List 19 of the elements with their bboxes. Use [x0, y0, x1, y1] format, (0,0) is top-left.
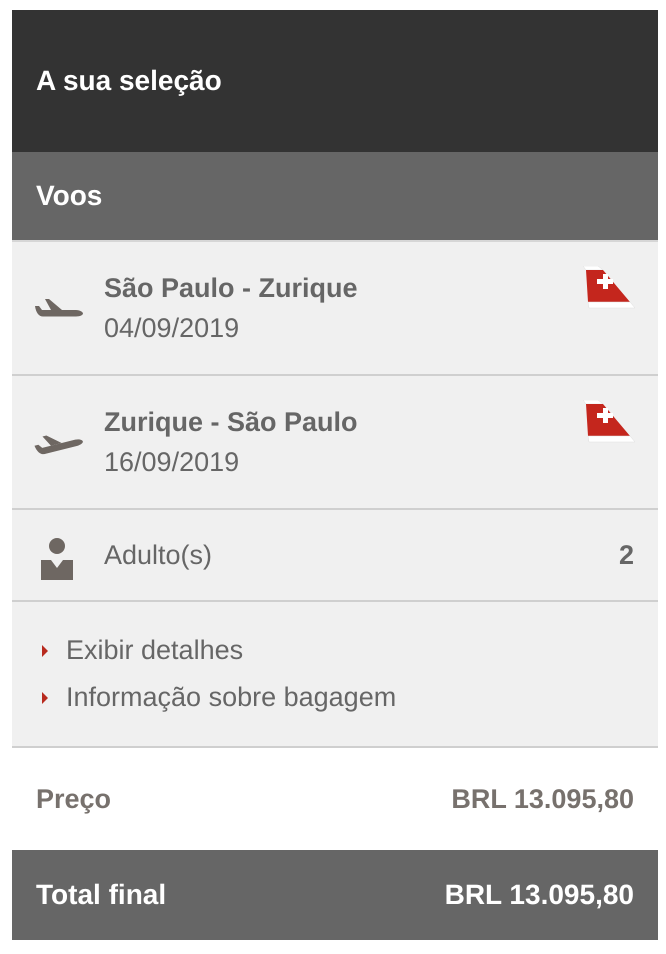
flight-route: Zurique - São Paulo: [104, 406, 359, 439]
flight-date: 16/09/2019: [104, 446, 240, 479]
section-title: Voos: [36, 179, 102, 213]
total-label: Total final: [36, 878, 166, 912]
price-value: BRL 13.095,80: [451, 782, 634, 816]
price-label: Preço: [36, 782, 112, 816]
person-icon: [40, 538, 74, 580]
flight-date: 04/09/2019: [104, 312, 240, 345]
link[interactable]: Informação sobre bagagem: [42, 681, 658, 714]
tail-fin-icon: [582, 400, 636, 444]
link[interactable]: Exibir detalhes: [42, 634, 658, 667]
header-title: A sua seleção: [36, 64, 222, 98]
passenger-count: 2: [618, 538, 634, 572]
flight-route: São Paulo - Zurique: [104, 272, 359, 305]
tail-fin-icon: [582, 266, 636, 310]
total-value: BRL 13.095,80: [444, 878, 634, 912]
passenger-label: Adulto(s): [104, 538, 214, 572]
caret-right-icon: [42, 644, 48, 656]
caret-right-icon: [42, 692, 48, 704]
